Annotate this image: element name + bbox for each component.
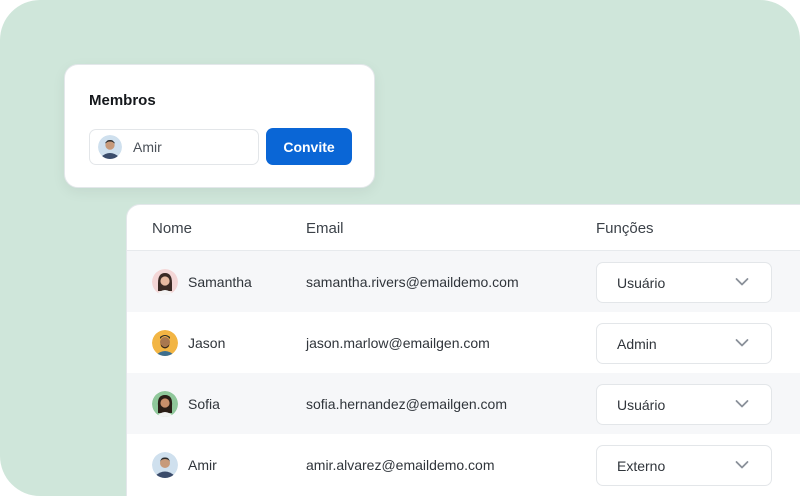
member-email: jason.marlow@emailgen.com [306,335,490,351]
table-row: Amir amir.alvarez@emaildemo.com Externo [127,434,800,495]
table-row: Samantha samantha.rivers@emaildemo.com U… [127,251,800,312]
member-name: Amir [188,457,217,473]
invite-input[interactable] [133,139,253,155]
role-selected-value: Admin [617,336,657,352]
chevron-down-icon [735,461,749,469]
role-dropdown[interactable]: Admin [596,323,772,364]
role-selected-value: Usuário [617,397,666,413]
table-header: Nome Email Funções [127,205,800,251]
column-header-email: Email [306,220,344,237]
role-selected-value: Usuário [617,275,666,291]
chevron-down-icon [735,278,749,286]
table-row: Jason jason.marlow@emailgen.com Admin [127,312,800,373]
invite-button[interactable]: Convite [266,128,352,165]
avatar-amir-icon [152,452,178,478]
column-header-name: Nome [152,220,193,237]
avatar-sofia-icon [152,391,178,417]
member-email: amir.alvarez@emaildemo.com [306,457,495,473]
role-dropdown[interactable]: Usuário [596,384,772,425]
member-name: Samantha [188,274,252,290]
member-name: Sofia [188,396,220,412]
invite-input-field[interactable] [89,129,259,165]
chevron-down-icon [735,339,749,347]
avatar-amir-icon [98,135,122,159]
member-email: samantha.rivers@emaildemo.com [306,274,519,290]
members-table: Nome Email Funções Samantha samantha.riv… [126,204,800,496]
avatar-samantha-icon [152,269,178,295]
role-dropdown[interactable]: Usuário [596,262,772,303]
member-name: Jason [188,335,226,351]
chevron-down-icon [735,400,749,408]
avatar-jason-icon [152,330,178,356]
table-row: Sofia sofia.hernandez@emailgen.com Usuár… [127,373,800,434]
invite-title: Membros [89,92,156,109]
column-header-roles: Funções [596,220,654,237]
role-selected-value: Externo [617,458,666,474]
invite-members-card: Membros Convite [64,64,375,188]
role-dropdown[interactable]: Externo [596,445,772,486]
member-email: sofia.hernandez@emailgen.com [306,396,507,412]
